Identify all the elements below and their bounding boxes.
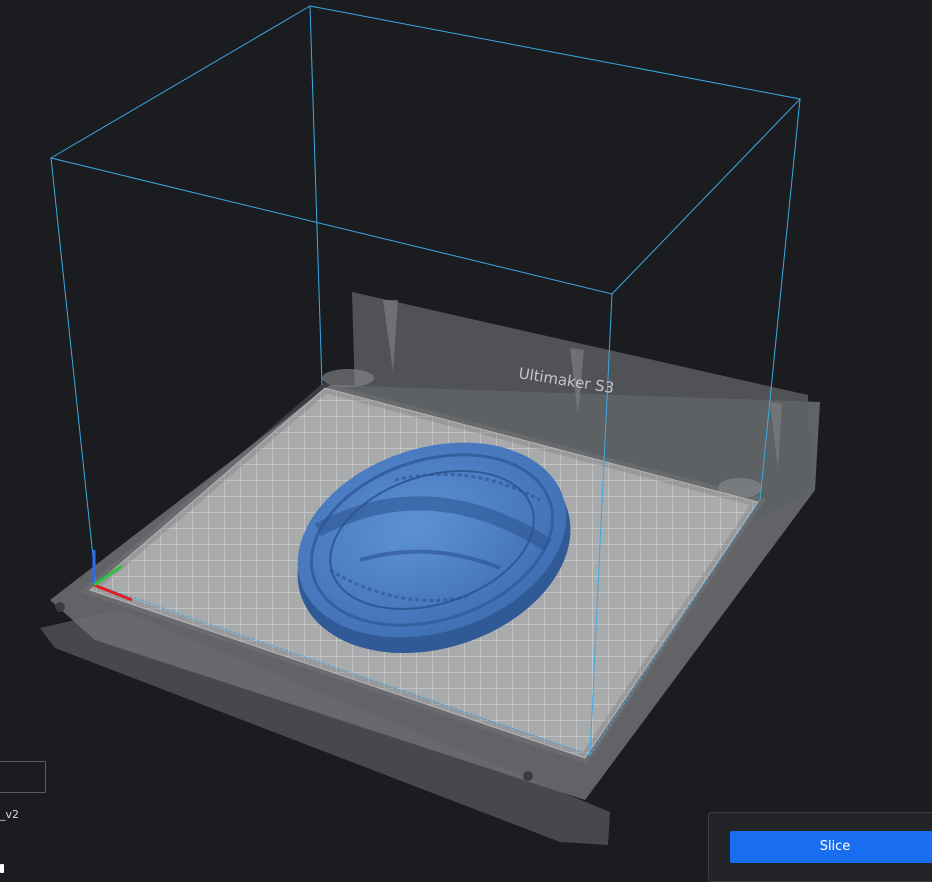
slice-button[interactable]: Slice — [730, 831, 932, 863]
object-name-input[interactable] — [0, 761, 46, 793]
object-name-label: _v2 — [0, 808, 20, 821]
resize-handle[interactable] — [0, 864, 4, 873]
build-plate-scene[interactable]: Ultimaker S3 — [0, 0, 932, 873]
3d-viewport[interactable]: Ultimaker S3 _v2 Slice — [0, 0, 932, 882]
